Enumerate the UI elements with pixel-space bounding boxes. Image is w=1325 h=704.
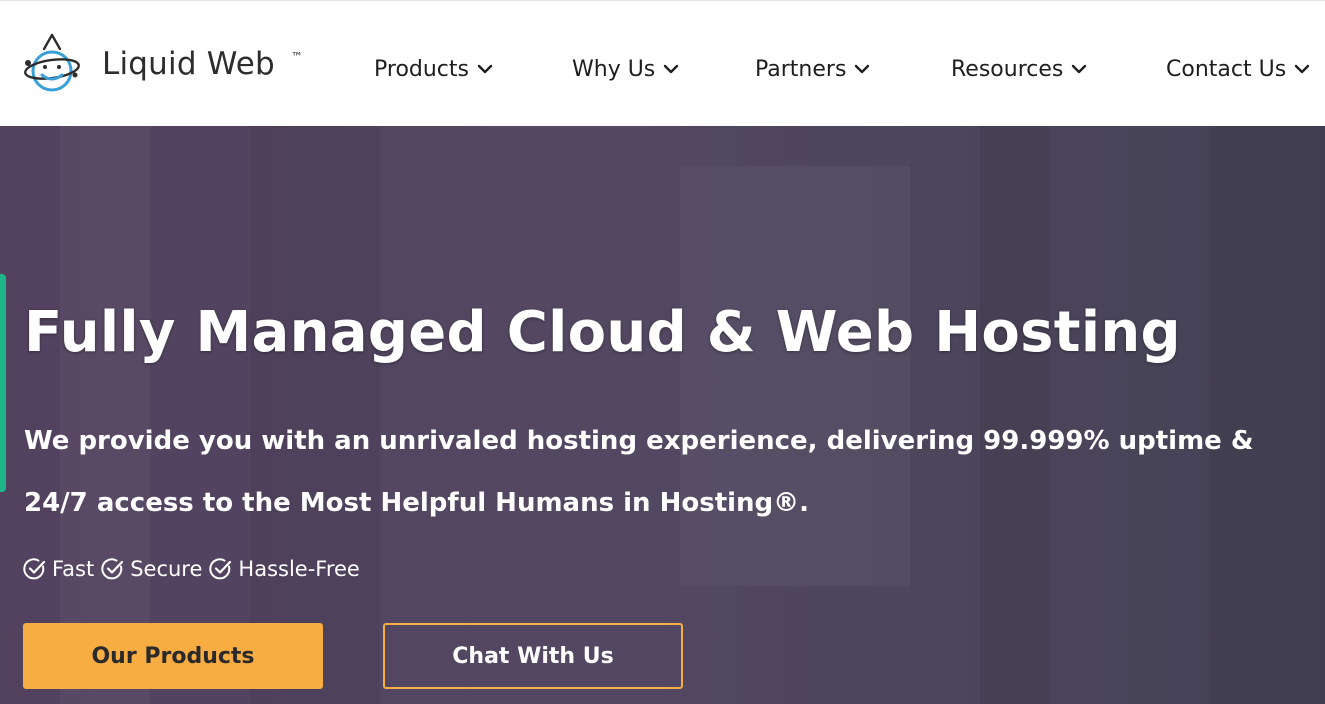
feature-label: Fast bbox=[52, 557, 95, 581]
chat-with-us-button[interactable]: Chat With Us bbox=[383, 623, 683, 689]
nav-why-us[interactable]: Why Us bbox=[572, 53, 679, 85]
hero-title: Fully Managed Cloud & Web Hosting bbox=[24, 300, 1181, 365]
side-feedback-tab[interactable] bbox=[0, 274, 6, 492]
our-products-button[interactable]: Our Products bbox=[23, 623, 323, 689]
nav-partners[interactable]: Partners bbox=[755, 53, 870, 85]
logo-mark-icon bbox=[24, 33, 80, 92]
nav-contact-us[interactable]: Contact Us bbox=[1166, 53, 1310, 85]
feature-label: Hassle-Free bbox=[238, 557, 360, 581]
logo-trademark: ™ bbox=[291, 50, 303, 64]
logo-wordmark: Liquid Web bbox=[102, 46, 275, 82]
nav-products[interactable]: Products bbox=[374, 53, 493, 85]
nav-why-us-label: Why Us bbox=[572, 56, 656, 82]
feature-label: Secure bbox=[130, 557, 203, 581]
site-header: Liquid Web ™ Products Why Us Partners Re… bbox=[0, 0, 1325, 126]
feature-list: Fast Secure Hassle-Free bbox=[22, 552, 366, 586]
liquid-web-logo[interactable]: Liquid Web ™ bbox=[20, 31, 320, 97]
check-circle-icon bbox=[209, 558, 232, 580]
hero-subtitle: We provide you with an unrivaled hosting… bbox=[24, 426, 1254, 518]
nav-products-label: Products bbox=[374, 56, 469, 82]
check-circle-icon bbox=[23, 558, 46, 580]
chevron-down-icon bbox=[477, 64, 493, 74]
chevron-down-icon bbox=[1072, 64, 1087, 74]
feature-item: Secure bbox=[100, 556, 202, 582]
feature-item: Hassle-Free bbox=[208, 556, 360, 582]
feature-item: Fast bbox=[22, 556, 94, 582]
check-circle-icon bbox=[101, 558, 124, 580]
nav-resources-label: Resources bbox=[951, 56, 1064, 82]
nav-contact-us-label: Contact Us bbox=[1166, 56, 1287, 82]
nav-resources[interactable]: Resources bbox=[951, 53, 1087, 85]
chevron-down-icon bbox=[855, 64, 870, 74]
nav-partners-label: Partners bbox=[755, 56, 847, 82]
chevron-down-icon bbox=[1294, 64, 1310, 74]
chevron-down-icon bbox=[664, 64, 679, 74]
